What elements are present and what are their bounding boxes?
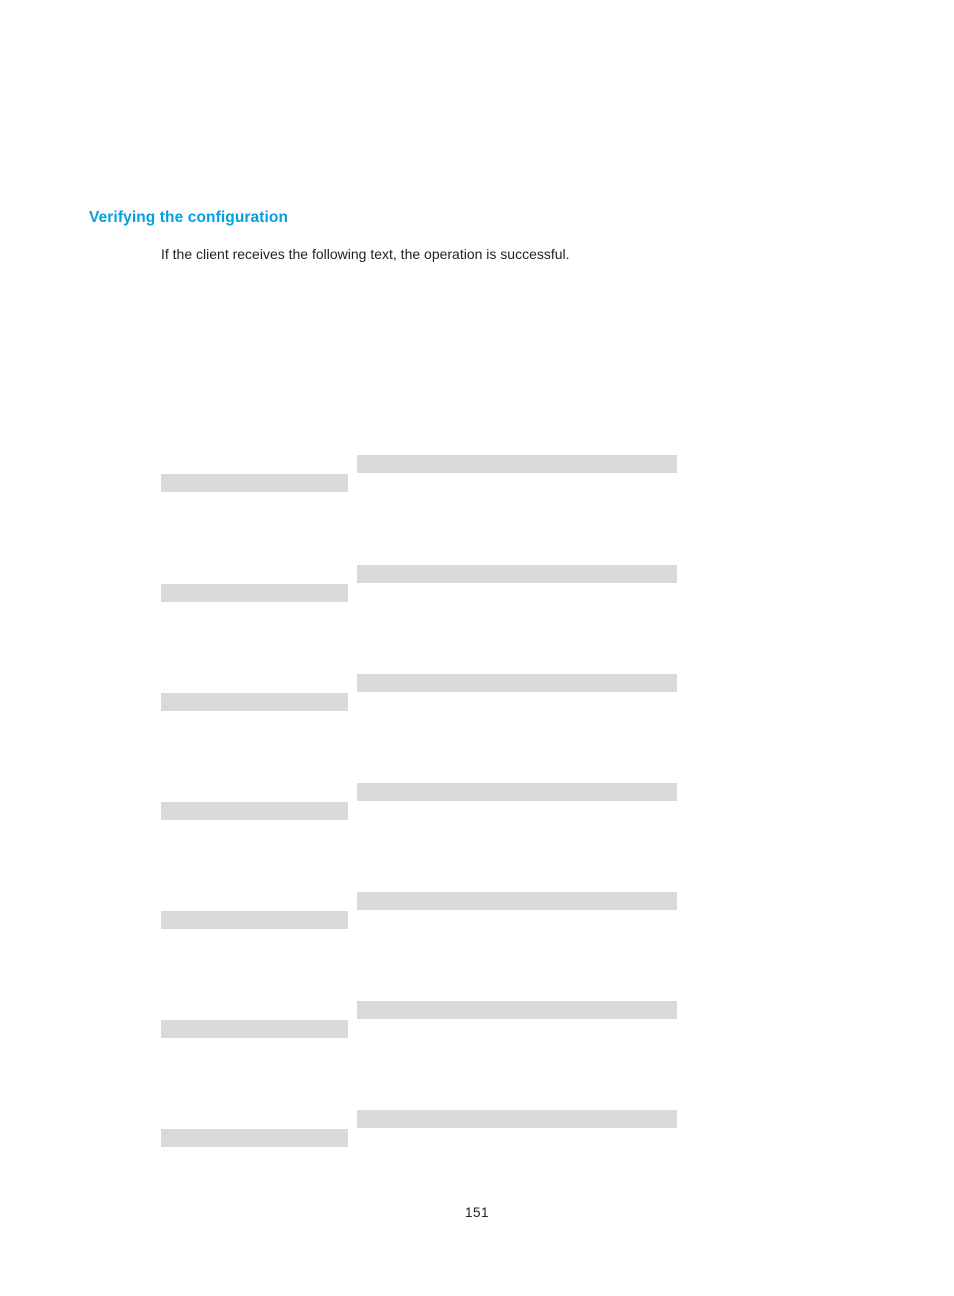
redacted-text-bar <box>357 783 677 801</box>
redacted-text-bar <box>161 1129 348 1147</box>
redacted-text-bar <box>161 584 348 602</box>
redacted-text-bar <box>161 1020 348 1038</box>
page-number: 151 <box>464 1205 490 1220</box>
redacted-text-bar <box>357 1110 677 1128</box>
redacted-text-bar <box>357 892 677 910</box>
redacted-text-bar <box>161 911 348 929</box>
redacted-text-bar <box>161 693 348 711</box>
redacted-text-bar <box>161 802 348 820</box>
redacted-text-bar <box>357 455 677 473</box>
redacted-text-bar <box>357 1001 677 1019</box>
redacted-text-bar <box>357 565 677 583</box>
page-title: Verifying the configuration <box>89 208 289 226</box>
document-page: Verifying the configuration If the clien… <box>0 0 954 1296</box>
body-paragraph: If the client receives the following tex… <box>161 246 570 262</box>
redacted-text-bar <box>161 474 348 492</box>
redacted-text-bar <box>357 674 677 692</box>
